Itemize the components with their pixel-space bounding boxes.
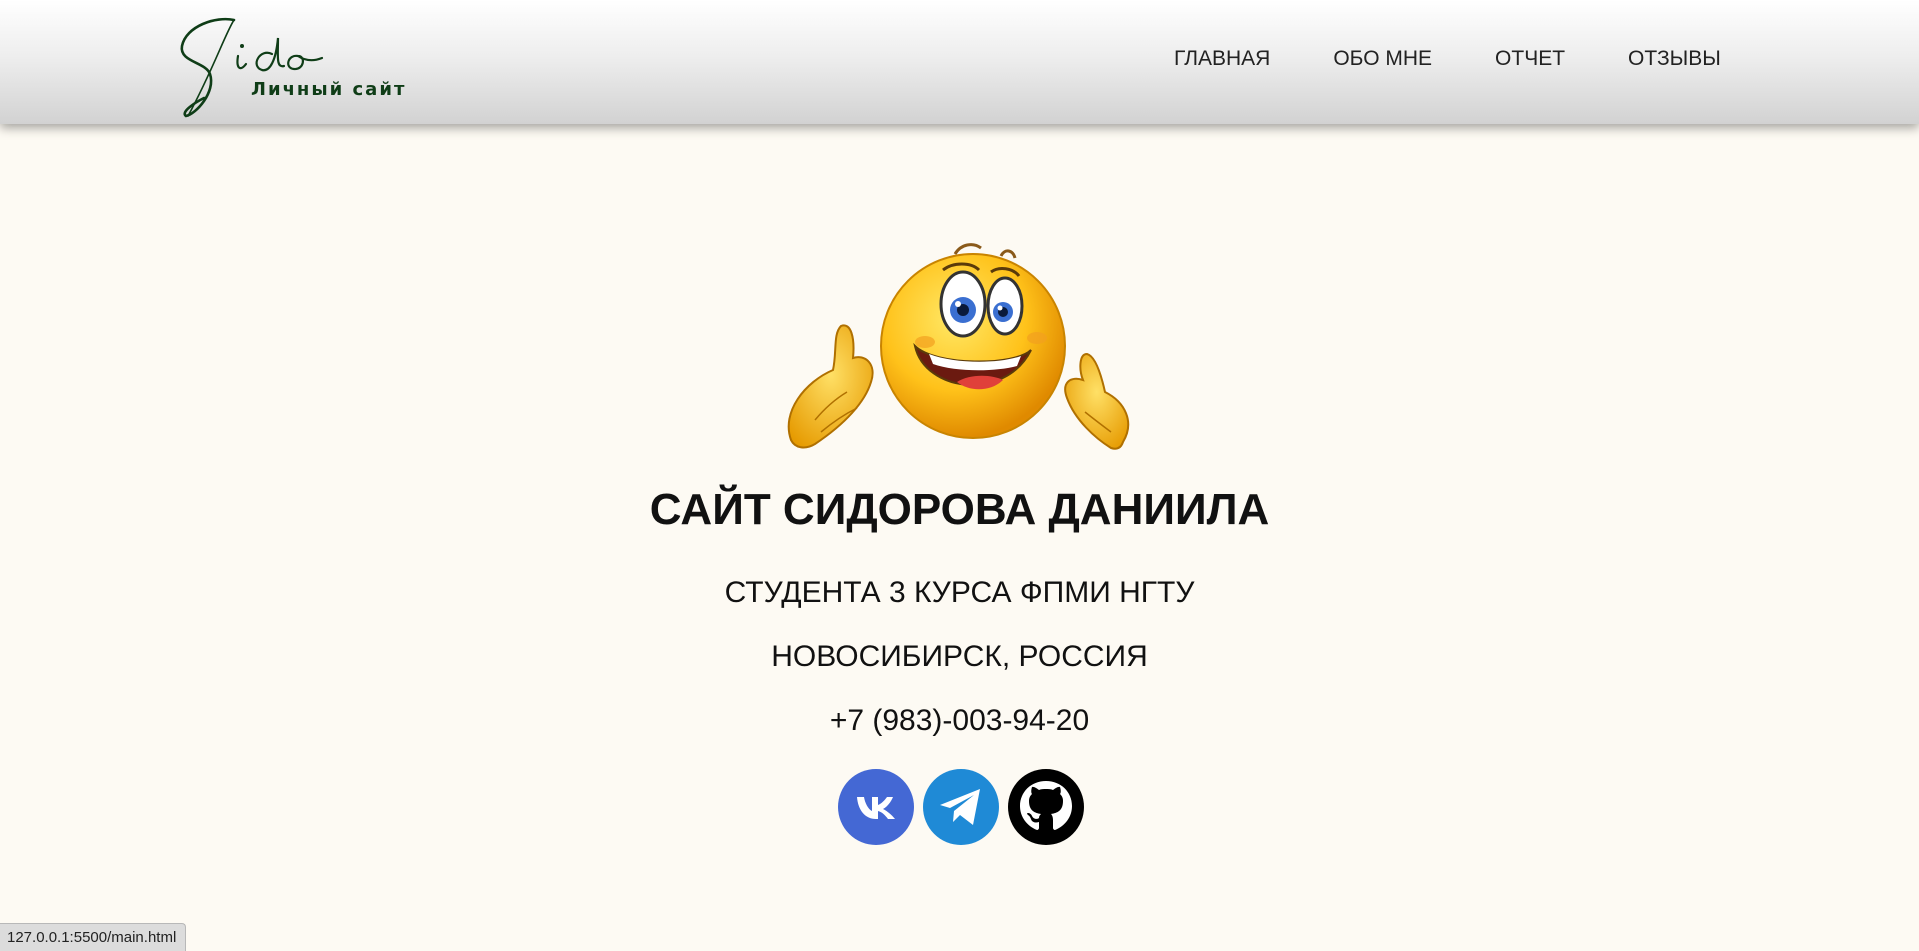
logo-subtitle: Личный сайт: [251, 79, 407, 100]
github-link[interactable]: [1008, 769, 1084, 845]
nav-link-about[interactable]: ОБО МНЕ: [1333, 47, 1432, 71]
telegram-link[interactable]: [923, 769, 999, 845]
vk-link[interactable]: [838, 769, 914, 845]
site-logo[interactable]: Личный сайт: [176, 12, 416, 122]
location-text: НОВОСИБИРСК, РОССИЯ: [771, 640, 1148, 673]
telegram-icon: [940, 789, 980, 825]
student-info: СТУДЕНТА 3 КУРСА ФПМИ НГТУ: [724, 576, 1195, 609]
page-title: САЙТ СИДОРОВА ДАНИИЛА: [649, 485, 1270, 534]
nav-link-reviews[interactable]: ОТЗЫВЫ: [1628, 47, 1721, 71]
github-icon: [1020, 781, 1072, 830]
signature-logo-icon: [180, 17, 324, 118]
smiley-welcome-hands-icon: [785, 242, 1135, 452]
main-nav: ГЛАВНАЯ ОБО МНЕ ОТЧЕТ ОТЗЫВЫ: [1174, 47, 1721, 71]
nav-link-report[interactable]: ОТЧЕТ: [1495, 47, 1565, 71]
main-content: САЙТ СИДОРОВА ДАНИИЛА СТУДЕНТА 3 КУРСА Ф…: [0, 124, 1919, 950]
phone-number: +7 (983)-003-94-20: [829, 704, 1090, 737]
social-links: [838, 769, 1084, 845]
status-bar-url: 127.0.0.1:5500/main.html: [0, 923, 187, 951]
vk-icon: [857, 797, 895, 819]
site-header: Личный сайт ГЛАВНАЯ ОБО МНЕ ОТЧЕТ ОТЗЫВЫ: [0, 0, 1919, 124]
nav-link-home[interactable]: ГЛАВНАЯ: [1174, 47, 1270, 71]
